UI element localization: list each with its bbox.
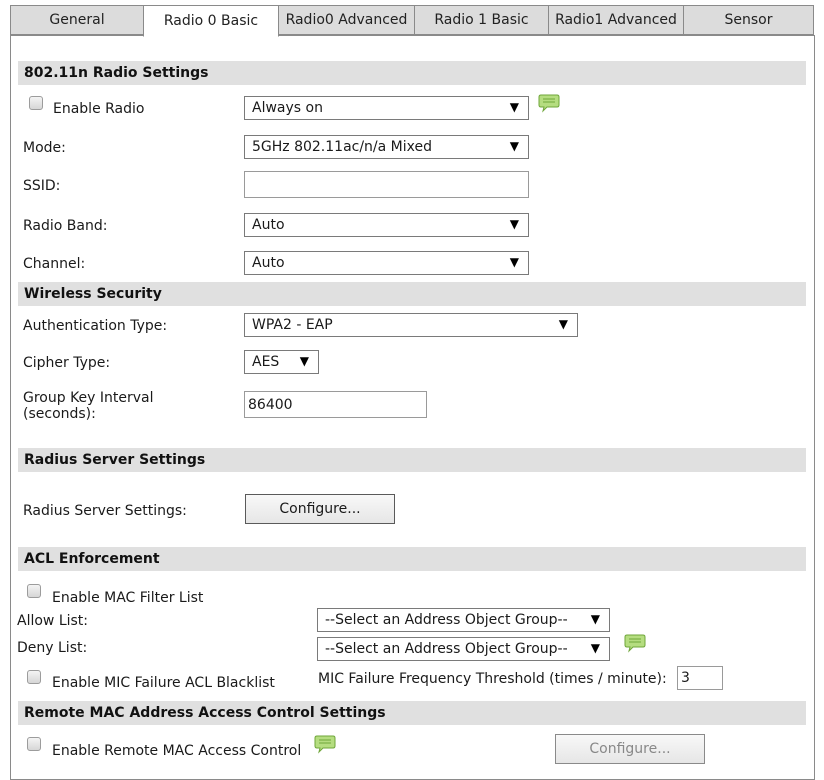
radio-schedule-select[interactable]: Always on ▼ — [244, 96, 529, 120]
section-radius-server: Radius Server Settings — [18, 448, 806, 472]
ssid-label: SSID: — [23, 178, 61, 194]
tab-radio1-basic[interactable]: Radio 1 Basic — [414, 5, 549, 35]
enable-mic-blacklist-checkbox[interactable] — [27, 670, 41, 684]
cipher-type-label: Cipher Type: — [23, 355, 111, 371]
chevron-down-icon: ▼ — [509, 139, 519, 153]
tab-bar: General Radio 0 Basic Radio0 Advanced Ra… — [10, 5, 814, 37]
tab-sensor[interactable]: Sensor — [683, 5, 814, 35]
enable-radio-label: Enable Radio — [53, 101, 145, 117]
enable-mac-filter-label: Enable MAC Filter List — [52, 590, 204, 606]
group-key-interval-label: Group Key Interval — [23, 390, 154, 406]
section-acl-enforcement: ACL Enforcement — [18, 547, 806, 571]
enable-radio-checkbox[interactable] — [29, 96, 43, 110]
mode-select[interactable]: 5GHz 802.11ac/n/a Mixed ▼ — [244, 135, 529, 159]
radio-band-select[interactable]: Auto ▼ — [244, 213, 529, 237]
tab-radio0-basic[interactable]: Radio 0 Basic — [143, 5, 279, 37]
chevron-down-icon: ▼ — [509, 217, 519, 231]
chevron-down-icon: ▼ — [590, 612, 600, 626]
remote-mac-configure-button[interactable]: Configure... — [555, 734, 705, 764]
chevron-down-icon: ▼ — [509, 100, 519, 114]
auth-type-label: Authentication Type: — [23, 318, 168, 334]
cipher-type-select[interactable]: AES ▼ — [244, 350, 319, 374]
group-key-interval-unit: (seconds): — [23, 406, 96, 422]
chevron-down-icon: ▼ — [509, 255, 519, 269]
section-remote-mac: Remote MAC Address Access Control Settin… — [18, 701, 806, 725]
auth-type-value: WPA2 - EAP — [252, 317, 333, 333]
section-wireless-security: Wireless Security — [18, 282, 806, 306]
deny-list-label: Deny List: — [17, 640, 88, 656]
comment-icon[interactable] — [538, 93, 560, 113]
cipher-type-value: AES — [252, 354, 280, 370]
enable-remote-mac-checkbox[interactable] — [27, 737, 41, 751]
radio-band-value: Auto — [252, 217, 285, 233]
chevron-down-icon: ▼ — [590, 641, 600, 655]
tab-radio1-advanced[interactable]: Radio1 Advanced — [548, 5, 684, 35]
allow-list-label: Allow List: — [17, 613, 89, 629]
mic-threshold-input[interactable]: 3 — [677, 666, 723, 690]
radius-configure-button[interactable]: Configure... — [245, 494, 395, 524]
tab-radio0-advanced[interactable]: Radio0 Advanced — [278, 5, 415, 35]
mode-value: 5GHz 802.11ac/n/a Mixed — [252, 139, 433, 155]
channel-select[interactable]: Auto ▼ — [244, 251, 529, 275]
radius-server-label: Radius Server Settings: — [23, 503, 187, 519]
enable-mac-filter-checkbox[interactable] — [27, 584, 41, 598]
comment-icon[interactable] — [624, 633, 646, 653]
enable-mic-blacklist-label: Enable MIC Failure ACL Blacklist — [52, 675, 275, 691]
comment-icon[interactable] — [314, 734, 336, 754]
allow-list-select[interactable]: --Select an Address Object Group-- ▼ — [317, 608, 610, 632]
section-radio-settings: 802.11n Radio Settings — [18, 61, 806, 85]
mode-label: Mode: — [23, 140, 66, 156]
tab-general[interactable]: General — [10, 5, 144, 35]
channel-label: Channel: — [23, 256, 86, 272]
enable-remote-mac-label: Enable Remote MAC Access Control — [52, 743, 302, 759]
mic-threshold-label: MIC Failure Frequency Threshold (times /… — [318, 671, 667, 687]
ssid-input[interactable] — [244, 171, 529, 198]
allow-list-value: --Select an Address Object Group-- — [325, 612, 568, 628]
channel-value: Auto — [252, 255, 285, 271]
chevron-down-icon: ▼ — [299, 354, 309, 368]
group-key-interval-input[interactable]: 86400 — [244, 391, 427, 418]
auth-type-select[interactable]: WPA2 - EAP ▼ — [244, 313, 578, 337]
radio-schedule-value: Always on — [252, 100, 323, 116]
deny-list-select[interactable]: --Select an Address Object Group-- ▼ — [317, 637, 610, 661]
chevron-down-icon: ▼ — [558, 317, 568, 331]
radio-band-label: Radio Band: — [23, 218, 108, 234]
deny-list-value: --Select an Address Object Group-- — [325, 641, 568, 657]
